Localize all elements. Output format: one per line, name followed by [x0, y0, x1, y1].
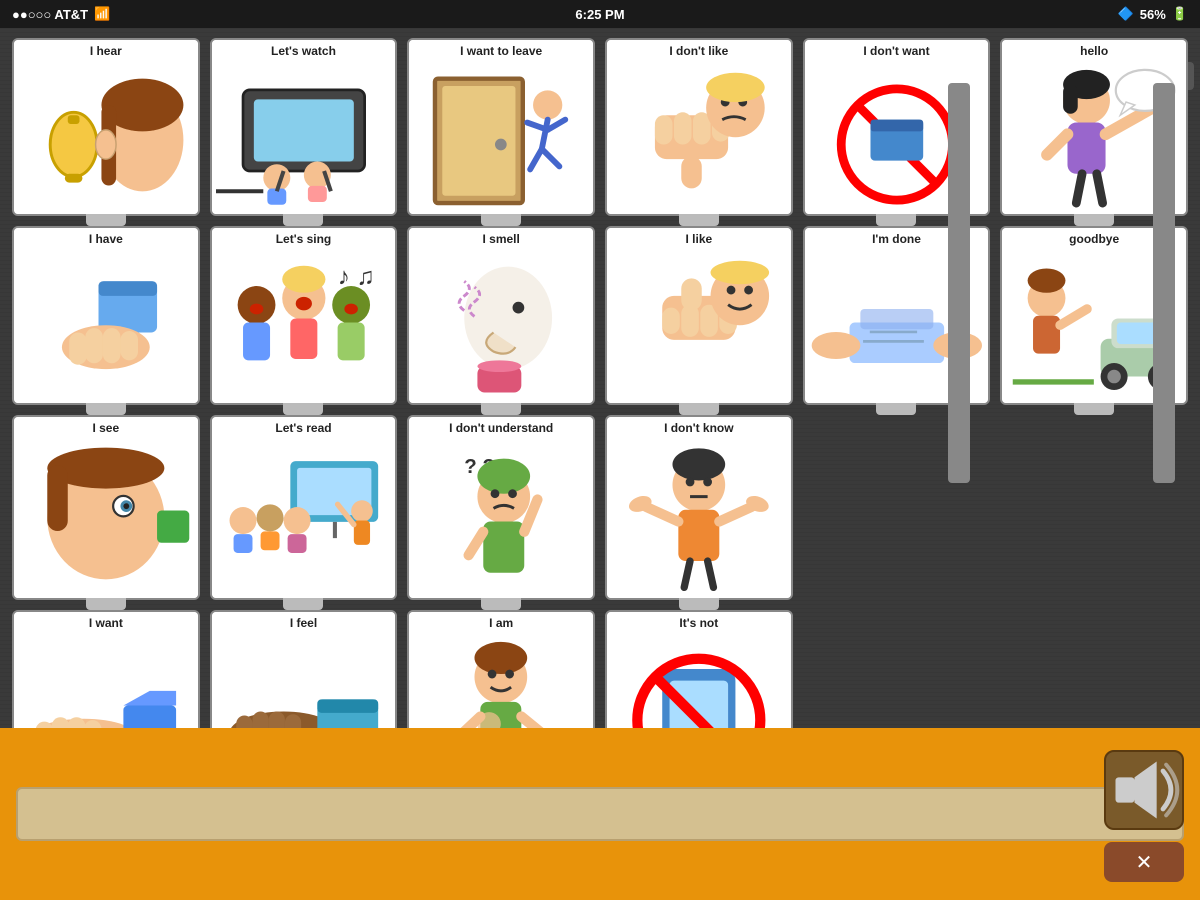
clear-button[interactable]: ✕	[1104, 842, 1184, 882]
card-lets-watch-label: Let's watch	[212, 40, 396, 60]
card-i-like-tab	[679, 403, 719, 415]
card-i-dont-like-image	[607, 60, 791, 214]
card-i-see-image	[14, 437, 198, 599]
cards-grid: I hear	[12, 38, 1188, 796]
card-lets-sing-label: Let's sing	[212, 228, 396, 248]
carrier-label: ●●○○○ AT&T	[12, 7, 88, 22]
status-right: 🔷 56% 🔋	[1118, 6, 1188, 22]
time-display: 6:25 PM	[575, 7, 624, 22]
card-i-hear-label: I hear	[14, 40, 198, 60]
battery-icon: 🔋	[1172, 6, 1188, 22]
card-lets-sing-image: ♪ ♫	[212, 248, 396, 402]
card-i-want-to-leave-label: I want to leave	[409, 40, 593, 60]
wifi-icon: 📶	[94, 6, 110, 22]
card-im-done-tab	[876, 403, 916, 415]
card-i-dont-understand-tab	[481, 598, 521, 610]
bluetooth-icon: 🔷	[1118, 6, 1134, 22]
card-i-want-to-leave-image	[409, 60, 593, 214]
clear-icon: ✕	[1136, 850, 1153, 875]
card-i-smell-label: I smell	[409, 228, 593, 248]
card-i-like[interactable]: I like	[605, 226, 793, 404]
card-i-dont-like-label: I don't like	[607, 40, 791, 60]
card-i-am-label: I am	[409, 612, 593, 632]
card-i-have[interactable]: I have	[12, 226, 200, 404]
battery-label: 56%	[1140, 7, 1166, 22]
card-i-dont-know[interactable]: I don't know	[605, 415, 793, 601]
card-i-like-label: I like	[607, 228, 791, 248]
card-i-dont-like-tab	[679, 214, 719, 226]
card-i-dont-like[interactable]: I don't like	[605, 38, 793, 216]
card-lets-read-tab	[283, 598, 323, 610]
card-i-dont-know-image	[607, 437, 791, 599]
card-i-like-image	[607, 248, 791, 402]
card-i-dont-understand[interactable]: I don't understand ? ? ?	[407, 415, 595, 601]
card-i-dont-want-tab	[876, 214, 916, 226]
card-i-want-to-leave[interactable]: I want to leave	[407, 38, 595, 216]
card-i-smell-image	[409, 248, 593, 402]
card-i-have-tab	[86, 403, 126, 415]
clock: 6:25 PM	[575, 7, 624, 22]
col5-scrollbar[interactable]	[948, 83, 970, 483]
card-i-want-to-leave-tab	[481, 214, 521, 226]
card-lets-read[interactable]: Let's read	[210, 415, 398, 601]
card-i-see[interactable]: I see	[12, 415, 200, 601]
card-i-smell-tab	[481, 403, 521, 415]
card-lets-read-label: Let's read	[212, 417, 396, 437]
card-its-not-label: It's not	[607, 612, 791, 632]
card-i-have-label: I have	[14, 228, 198, 248]
card-goodbye-tab	[1074, 403, 1114, 415]
card-i-feel-label: I feel	[212, 612, 396, 632]
status-left: ●●○○○ AT&T 📶	[12, 6, 110, 22]
card-i-dont-understand-image: ? ? ?	[409, 437, 593, 599]
card-lets-watch[interactable]: Let's watch	[210, 38, 398, 216]
card-lets-watch-tab	[283, 214, 323, 226]
speak-button[interactable]	[1104, 750, 1184, 830]
status-bar: ●●○○○ AT&T 📶 6:25 PM 🔷 56% 🔋	[0, 0, 1200, 28]
card-lets-sing[interactable]: Let's sing ♪ ♫	[210, 226, 398, 404]
card-i-have-image	[14, 248, 198, 402]
card-i-dont-understand-label: I don't understand	[409, 417, 593, 437]
col6-scrollbar[interactable]	[1153, 83, 1175, 483]
card-i-dont-know-tab	[679, 598, 719, 610]
card-lets-sing-tab	[283, 403, 323, 415]
card-i-dont-know-label: I don't know	[607, 417, 791, 437]
card-hello-tab	[1074, 214, 1114, 226]
card-i-see-label: I see	[14, 417, 198, 437]
svg-text:♪ ♫: ♪ ♫	[337, 264, 374, 291]
card-hello-label: hello	[1002, 40, 1186, 60]
card-i-want-label: I want	[14, 612, 198, 632]
card-i-hear-image	[14, 60, 198, 214]
card-i-smell[interactable]: I smell	[407, 226, 595, 404]
card-i-hear[interactable]: I hear	[12, 38, 200, 216]
card-lets-watch-image	[212, 60, 396, 214]
main-area: 🔒 I hear	[0, 28, 1200, 728]
card-i-dont-want-label: I don't want	[805, 40, 989, 60]
card-lets-read-image	[212, 437, 396, 599]
bottom-bar: ✕	[0, 728, 1200, 900]
card-i-hear-tab	[86, 214, 126, 226]
card-i-see-tab	[86, 598, 126, 610]
text-display-area[interactable]	[16, 787, 1184, 841]
